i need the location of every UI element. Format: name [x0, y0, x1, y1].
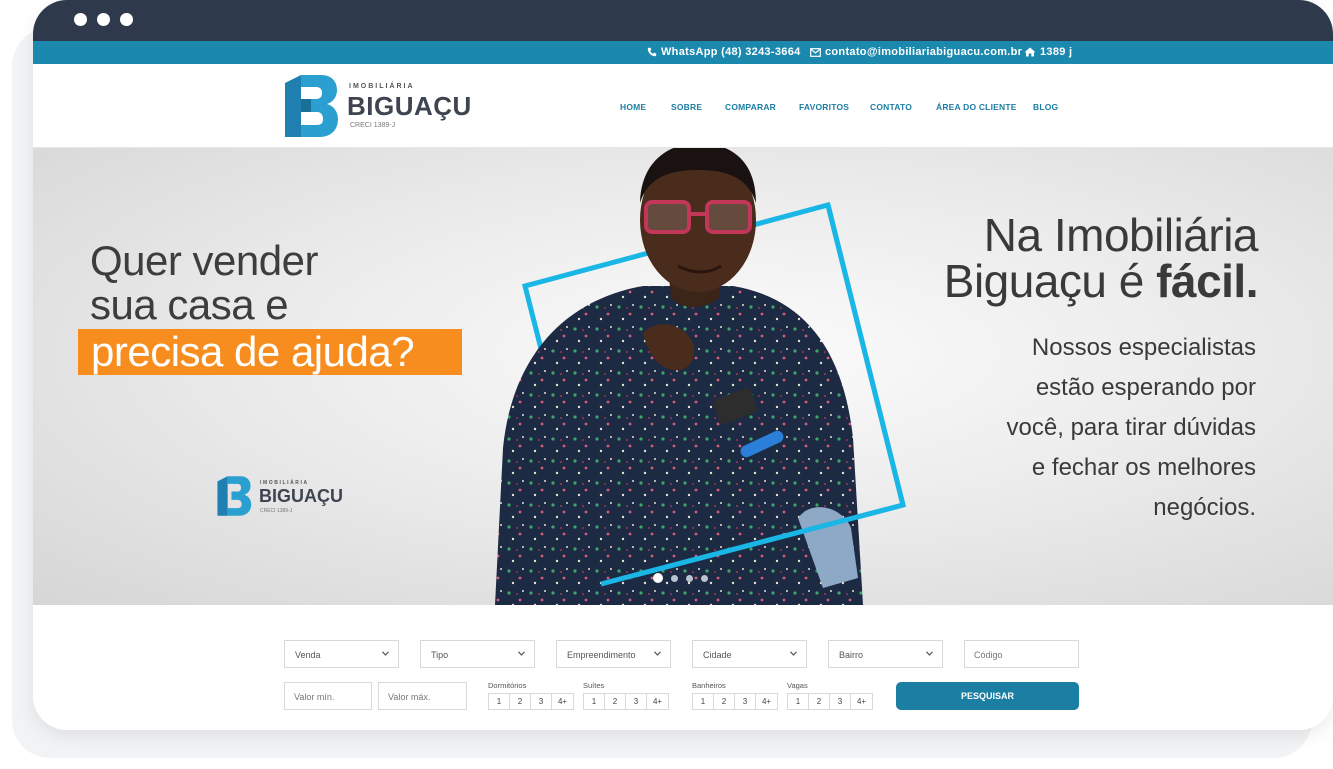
whatsapp-text: WhatsApp (48) 3243-3664	[661, 46, 801, 58]
vagas-option[interactable]: 4+	[851, 694, 872, 709]
hero-logo-name: BIGUAÇU	[259, 486, 343, 506]
nav-home[interactable]: HOME	[620, 102, 646, 112]
nav-favoritos[interactable]: FAVORITOS	[799, 102, 849, 112]
dormitorios-option[interactable]: 4+	[552, 694, 573, 709]
select-tipo[interactable]: Tipo	[420, 640, 535, 668]
chevron-down-icon	[790, 651, 797, 656]
logo-b-icon	[285, 75, 338, 137]
vagas-option[interactable]: 3	[830, 694, 851, 709]
select-empreendimento[interactable]: Empreendimento	[556, 640, 671, 668]
hero-right-paragraph: Nossos especialistas estão esperando por…	[1007, 328, 1256, 528]
browser-window: WhatsApp (48) 3243-3664 contato@imobilia…	[33, 0, 1333, 730]
hero-person-image	[495, 148, 907, 605]
dormitorios-selector: 1 2 3 4+	[488, 693, 574, 710]
hero-right-text-line: Nossos especialistas	[1031, 334, 1256, 361]
codigo-input[interactable]: Código	[964, 640, 1079, 668]
valor-min-placeholder: Valor mín.	[294, 692, 335, 702]
contact-bar: WhatsApp (48) 3243-3664 contato@imobilia…	[33, 41, 1333, 64]
banheiros-option[interactable]: 1	[693, 694, 714, 709]
banheiros-label: Banheiros	[692, 681, 726, 690]
suites-option[interactable]: 3	[626, 694, 647, 709]
codigo-placeholder: Código	[974, 650, 1003, 660]
suites-option[interactable]: 4+	[647, 694, 668, 709]
suites-option[interactable]: 2	[605, 694, 626, 709]
chevron-down-icon	[382, 651, 389, 656]
logo-small-text: IMOBILIÁRIA	[349, 83, 415, 90]
select-value: Empreendimento	[567, 650, 636, 660]
nav-blog[interactable]: BLOG	[1033, 102, 1058, 112]
creci-text: 1389 j	[1040, 46, 1073, 58]
hero-right-plain: Biguaçu é	[943, 255, 1157, 307]
creci-info: 1389 j	[1024, 46, 1072, 58]
carousel-dot[interactable]	[701, 575, 708, 582]
hero-right-text-line: e fechar os melhores	[1031, 454, 1256, 481]
envelope-icon	[810, 47, 821, 57]
pesquisar-button[interactable]: PESQUISAR	[896, 682, 1079, 710]
window-titlebar	[33, 0, 1333, 41]
chevron-down-icon	[654, 651, 661, 656]
home-icon	[1024, 47, 1036, 57]
vagas-label: Vagas	[787, 681, 808, 690]
nav-sobre[interactable]: SOBRE	[671, 102, 702, 112]
hero-left-heading: Quer vender sua casa e	[90, 240, 318, 328]
hero-logo-creci: CRECI 1389-J	[260, 508, 293, 514]
hero-slider: Quer vender sua casa e precisa de ajuda?…	[33, 148, 1333, 605]
logo-name: BIGUAÇU	[347, 91, 472, 121]
hero-right-text-line: negócios.	[1153, 494, 1256, 521]
chevron-down-icon	[518, 651, 525, 656]
hero-right-line: Na Imobiliária	[983, 209, 1259, 261]
window-dot[interactable]	[120, 13, 133, 26]
carousel-dot[interactable]	[686, 575, 693, 582]
email-link[interactable]: contato@imobiliariabiguacu.com.br	[810, 46, 1022, 58]
nav-contato[interactable]: CONTATO	[870, 102, 912, 112]
phone-icon	[647, 47, 657, 57]
logo-creci: CRECI 1389-J	[350, 122, 396, 129]
select-value: Cidade	[703, 650, 732, 660]
email-text: contato@imobiliariabiguacu.com.br	[825, 46, 1023, 58]
select-finalidade[interactable]: Venda	[284, 640, 399, 668]
select-bairro[interactable]: Bairro	[828, 640, 943, 668]
carousel-dot-active[interactable]	[653, 573, 663, 583]
select-value: Tipo	[431, 650, 449, 660]
suites-selector: 1 2 3 4+	[583, 693, 669, 710]
property-search: Venda Tipo Empreendimento Cidade Bairro …	[33, 605, 1333, 730]
dormitorios-option[interactable]: 3	[531, 694, 552, 709]
valor-max-placeholder: Valor máx.	[388, 692, 431, 702]
window-dot[interactable]	[97, 13, 110, 26]
hero-left-line: Quer vender	[90, 237, 318, 284]
hero-right-line2: Biguaçu é fácil.	[943, 255, 1259, 307]
site-header: IMOBILIÁRIA BIGUAÇU CRECI 1389-J HOME SO…	[33, 64, 1333, 148]
dormitorios-option[interactable]: 2	[510, 694, 531, 709]
banheiros-option[interactable]: 4+	[756, 694, 777, 709]
whatsapp-link[interactable]: WhatsApp (48) 3243-3664	[647, 46, 801, 58]
valor-min-input[interactable]: Valor mín.	[284, 682, 372, 710]
vagas-option[interactable]: 1	[788, 694, 809, 709]
chevron-down-icon	[926, 651, 933, 656]
hero-right-heading: Na Imobiliária Biguaçu é fácil.	[943, 209, 1259, 307]
hero-right-text-line: você, para tirar dúvidas	[1006, 414, 1256, 441]
dormitorios-label: Dormitórios	[488, 681, 527, 690]
window-dot[interactable]	[74, 13, 87, 26]
banheiros-option[interactable]: 2	[714, 694, 735, 709]
hero-right-bold: fácil.	[1156, 255, 1258, 307]
hero-highlight-band: precisa de ajuda?	[78, 329, 462, 375]
suites-label: Suítes	[583, 681, 605, 690]
banheiros-selector: 1 2 3 4+	[692, 693, 778, 710]
select-value: Bairro	[839, 650, 864, 660]
nav-comparar[interactable]: COMPARAR	[725, 102, 776, 112]
select-cidade[interactable]: Cidade	[692, 640, 807, 668]
hero-left-line: sua casa e	[90, 281, 289, 328]
vagas-selector: 1 2 3 4+	[787, 693, 873, 710]
dormitorios-option[interactable]: 1	[489, 694, 510, 709]
valor-max-input[interactable]: Valor máx.	[378, 682, 467, 710]
suites-option[interactable]: 1	[584, 694, 605, 709]
vagas-option[interactable]: 2	[809, 694, 830, 709]
hero-highlight-text: precisa de ajuda?	[91, 328, 415, 375]
carousel-dot[interactable]	[671, 575, 678, 582]
nav-area-do-cliente[interactable]: ÁREA DO CLIENTE	[936, 102, 1017, 112]
hero-right-text-line: estão esperando por	[1035, 374, 1256, 401]
select-value: Venda	[295, 650, 321, 660]
banheiros-option[interactable]: 3	[735, 694, 756, 709]
hero-logo-b-icon	[217, 476, 252, 516]
